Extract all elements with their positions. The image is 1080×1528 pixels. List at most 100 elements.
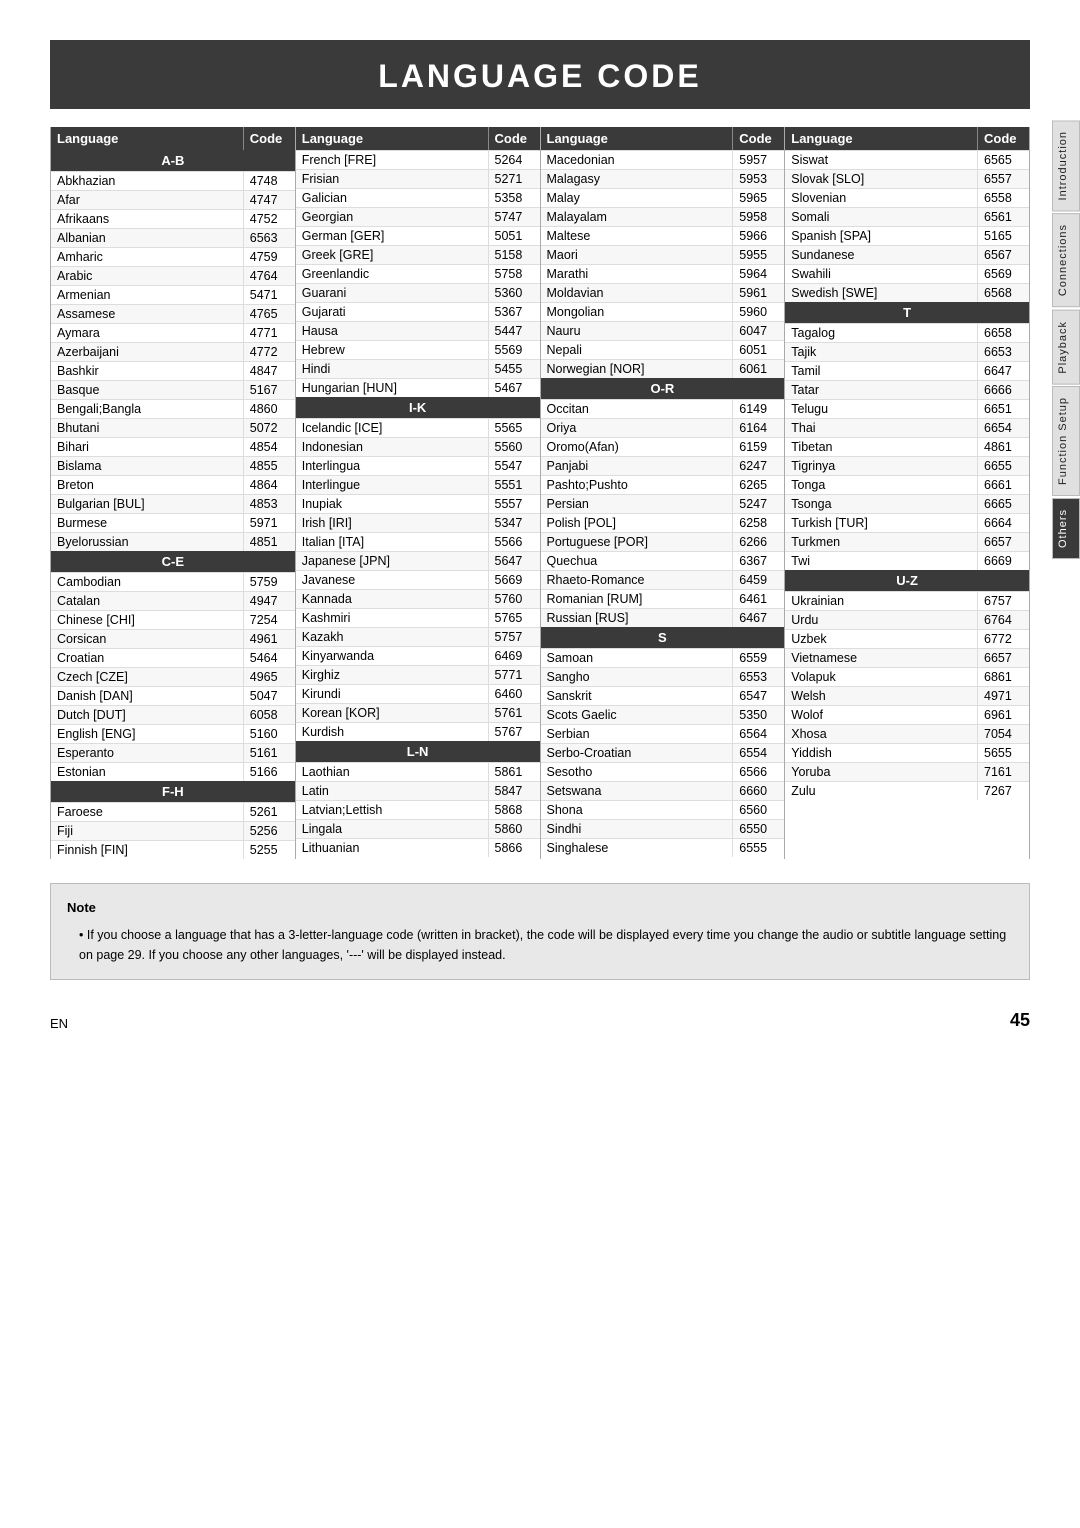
table-row: Uzbek6772	[785, 629, 1029, 648]
column-4: Language Code Siswat6565 Slovak [SLO]655…	[784, 127, 1030, 859]
table-row: Tatar6666	[785, 380, 1029, 399]
column-2: Language Code French [FRE]5264 Frisian52…	[295, 127, 540, 859]
table-row: Kirundi6460	[296, 684, 540, 703]
table-row: Afrikaans4752	[51, 209, 295, 228]
section-ln: L-N	[296, 741, 540, 762]
table-row: Icelandic [ICE]5565	[296, 418, 540, 437]
table-row: Burmese5971	[51, 513, 295, 532]
table-row: French [FRE]5264	[296, 150, 540, 169]
section-s: S	[541, 627, 785, 648]
table-row: Kinyarwanda6469	[296, 646, 540, 665]
table-row: Oromo(Afan)6159	[541, 437, 785, 456]
table-row: Interlingua5547	[296, 456, 540, 475]
table-row: Greek [GRE]5158	[296, 245, 540, 264]
col3-s-rows: Samoan6559 Sangho6553 Sanskrit6547 Scots…	[541, 648, 785, 857]
table-row: Albanian6563	[51, 228, 295, 247]
table-row: Kannada5760	[296, 589, 540, 608]
col4-code-head: Code	[977, 127, 1029, 150]
col3-code-head: Code	[732, 127, 784, 150]
table-row: Scots Gaelic5350	[541, 705, 785, 724]
table-row: Macedonian5957	[541, 150, 785, 169]
table-row: Siswat6565	[785, 150, 1029, 169]
table-row: Gujarati5367	[296, 302, 540, 321]
table-row: Kazakh5757	[296, 627, 540, 646]
table-row: Serbo-Croatian6554	[541, 743, 785, 762]
table-row: Galician5358	[296, 188, 540, 207]
col4-uz-rows: Ukrainian6757 Urdu6764 Uzbek6772 Vietnam…	[785, 591, 1029, 800]
table-row: Swahili6569	[785, 264, 1029, 283]
page-title: LANGUAGE CODE	[50, 40, 1030, 109]
table-row: Corsican4961	[51, 629, 295, 648]
table-row: Maltese5966	[541, 226, 785, 245]
table-row: Turkish [TUR]6664	[785, 513, 1029, 532]
table-row: Tigrinya6655	[785, 456, 1029, 475]
table-row: Moldavian5961	[541, 283, 785, 302]
table-row: Sangho6553	[541, 667, 785, 686]
table-row: Amharic4759	[51, 247, 295, 266]
table-row: Indonesian5560	[296, 437, 540, 456]
col2-code-head: Code	[488, 127, 540, 150]
table-row: Vietnamese6657	[785, 648, 1029, 667]
table-row: Serbian6564	[541, 724, 785, 743]
table-row: Norwegian [NOR]6061	[541, 359, 785, 378]
table-row: Lithuanian5866	[296, 838, 540, 857]
table-row: Setswana6660	[541, 781, 785, 800]
table-row: Basque5167	[51, 380, 295, 399]
col1-ce-rows: Cambodian5759 Catalan4947 Chinese [CHI]7…	[51, 572, 295, 781]
table-row: Cambodian5759	[51, 572, 295, 591]
table-row: Maori5955	[541, 245, 785, 264]
table-row: Occitan6149	[541, 399, 785, 418]
table-row: Georgian5747	[296, 207, 540, 226]
page-number: 45	[1010, 1010, 1030, 1031]
table-row: Nepali6051	[541, 340, 785, 359]
table-row: Persian5247	[541, 494, 785, 513]
table-row: Dutch [DUT]6058	[51, 705, 295, 724]
col1-ab-rows: Abkhazian4748 Afar4747 Afrikaans4752 Alb…	[51, 171, 295, 551]
table-row: Russian [RUS]6467	[541, 608, 785, 627]
col1-fh-rows: Faroese5261 Fiji5256 Finnish [FIN]5255	[51, 802, 295, 859]
tab-playback[interactable]: Playback	[1052, 310, 1080, 385]
table-row: Yiddish5655	[785, 743, 1029, 762]
table-row: Yoruba7161	[785, 762, 1029, 781]
table-row: Laothian5861	[296, 762, 540, 781]
section-fh: F-H	[51, 781, 295, 802]
col1-lang-head: Language	[51, 127, 243, 150]
table-row: Polish [POL]6258	[541, 513, 785, 532]
table-row: Sesotho6566	[541, 762, 785, 781]
table-row: Bulgarian [BUL]4853	[51, 494, 295, 513]
table-row: Tonga6661	[785, 475, 1029, 494]
table-row: Quechua6367	[541, 551, 785, 570]
table-row: Marathi5964	[541, 264, 785, 283]
table-row: Sanskrit6547	[541, 686, 785, 705]
section-t: T	[785, 302, 1029, 323]
col4-t-rows: Tagalog6658 Tajik6653 Tamil6647 Tatar666…	[785, 323, 1029, 570]
table-row: Sundanese6567	[785, 245, 1029, 264]
table-row: Bhutani5072	[51, 418, 295, 437]
table-row: Croatian5464	[51, 648, 295, 667]
tab-function-setup[interactable]: Function Setup	[1052, 386, 1080, 496]
table-row: Irish [IRI]5347	[296, 513, 540, 532]
table-row: Tamil6647	[785, 361, 1029, 380]
column-3: Language Code Macedonian5957 Malagasy595…	[540, 127, 785, 859]
table-row: Interlingue5551	[296, 475, 540, 494]
table-row: Sindhi6550	[541, 819, 785, 838]
table-row: German [GER]5051	[296, 226, 540, 245]
table-row: Romanian [RUM]6461	[541, 589, 785, 608]
table-row: Hebrew5569	[296, 340, 540, 359]
tab-introduction[interactable]: Introduction	[1052, 120, 1080, 211]
table-row: Ukrainian6757	[785, 591, 1029, 610]
table-row: Chinese [CHI]7254	[51, 610, 295, 629]
tab-others[interactable]: Others	[1052, 498, 1080, 559]
col4-s-rows: Siswat6565 Slovak [SLO]6557 Slovenian655…	[785, 150, 1029, 302]
col3-mn-rows: Macedonian5957 Malagasy5953 Malay5965 Ma…	[541, 150, 785, 378]
note-title: Note	[67, 898, 1013, 919]
table-row: Guarani5360	[296, 283, 540, 302]
tab-connections[interactable]: Connections	[1052, 213, 1080, 307]
table-row: Afar4747	[51, 190, 295, 209]
table-row: Latin5847	[296, 781, 540, 800]
table-row: Malagasy5953	[541, 169, 785, 188]
table-row: Bihari4854	[51, 437, 295, 456]
table-row: Catalan4947	[51, 591, 295, 610]
col3-or-rows: Occitan6149 Oriya6164 Oromo(Afan)6159 Pa…	[541, 399, 785, 627]
col1-code-head: Code	[243, 127, 295, 150]
